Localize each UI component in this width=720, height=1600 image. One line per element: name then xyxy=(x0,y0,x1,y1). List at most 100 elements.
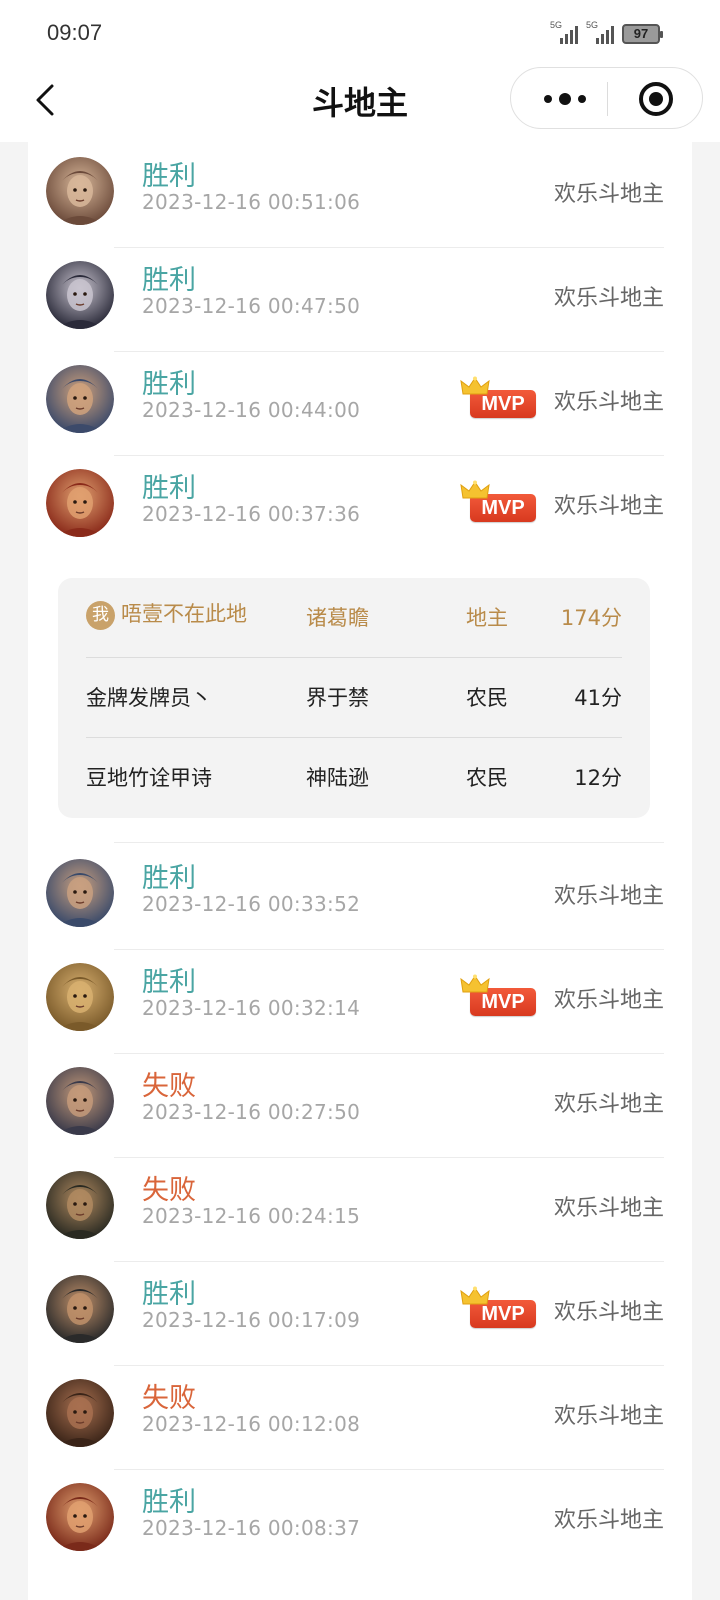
game-mode: 欢乐斗地主 xyxy=(553,182,664,207)
status-icons: 5G 5G 97 xyxy=(550,20,663,44)
game-mode: 欢乐斗地主 xyxy=(553,286,664,311)
battery-icon: 97 xyxy=(622,24,663,44)
player-hero: 诸葛瞻 xyxy=(306,606,369,630)
record-row[interactable]: 失败 2023-12-16 00:24:15 欢乐斗地主 xyxy=(28,1156,692,1262)
avatar-image xyxy=(46,1171,114,1239)
game-mode: 欢乐斗地主 xyxy=(553,884,664,909)
list-divider xyxy=(114,842,664,843)
records-list: 我唔壹不在此地 诸葛瞻 地主 174分 金牌发牌员丶 界于禁 农民 41分 豆地… xyxy=(28,142,692,1600)
avatar-image xyxy=(46,261,114,329)
mvp-badge: MVP xyxy=(460,974,540,1020)
player-role: 农民 xyxy=(466,686,508,710)
player-avatar[interactable] xyxy=(46,365,114,433)
crown-icon xyxy=(460,974,490,993)
signal-icon: 5G xyxy=(586,20,614,44)
status-time: 09:07 xyxy=(47,20,103,45)
record-row[interactable]: 失败 2023-12-16 00:27:50 欢乐斗地主 xyxy=(28,1052,692,1158)
more-dots-icon[interactable] xyxy=(539,86,591,112)
record-row[interactable]: 胜利 2023-12-16 00:08:37 欢乐斗地主 xyxy=(28,1468,692,1574)
me-badge: 我 xyxy=(86,601,115,630)
game-mode: 欢乐斗地主 xyxy=(553,1092,664,1117)
detail-row: 金牌发牌员丶 界于禁 农民 41分 xyxy=(86,658,622,738)
record-time: 2023-12-16 00:08:37 xyxy=(142,1516,361,1540)
result-label: 胜利 xyxy=(142,1279,196,1310)
player-name: 我唔壹不在此地 xyxy=(86,598,247,630)
record-row[interactable]: 胜利 2023-12-16 00:47:50 欢乐斗地主 xyxy=(28,246,692,352)
result-label: 失败 xyxy=(142,1175,196,1206)
result-label: 胜利 xyxy=(142,161,196,192)
player-hero: 界于禁 xyxy=(306,686,369,710)
record-time: 2023-12-16 00:37:36 xyxy=(142,502,361,526)
player-avatar[interactable] xyxy=(46,1483,114,1551)
game-mode: 欢乐斗地主 xyxy=(553,1404,664,1429)
player-name-text: 唔壹不在此地 xyxy=(121,602,247,626)
record-row[interactable]: 胜利 2023-12-16 00:32:14 MVP 欢乐斗地主 xyxy=(28,948,692,1054)
player-hero: 神陆逊 xyxy=(306,766,369,790)
mvp-badge: MVP xyxy=(460,480,540,526)
game-mode: 欢乐斗地主 xyxy=(553,1196,664,1221)
record-time: 2023-12-16 00:24:15 xyxy=(142,1204,361,1228)
record-row[interactable]: 胜利 2023-12-16 00:17:09 MVP 欢乐斗地主 xyxy=(28,1260,692,1366)
record-row[interactable]: 失败 2023-12-16 00:12:08 欢乐斗地主 xyxy=(28,1364,692,1470)
record-time: 2023-12-16 00:32:14 xyxy=(142,996,361,1020)
avatar-image xyxy=(46,1379,114,1447)
game-mode: 欢乐斗地主 xyxy=(553,1300,664,1325)
crown-icon xyxy=(460,376,490,395)
detail-row: 豆地竹诠甲诗 神陆逊 农民 12分 xyxy=(86,738,622,818)
result-label: 胜利 xyxy=(142,369,196,400)
player-avatar[interactable] xyxy=(46,859,114,927)
avatar-image xyxy=(46,1067,114,1135)
player-role: 地主 xyxy=(466,606,508,630)
player-avatar[interactable] xyxy=(46,261,114,329)
player-avatar[interactable] xyxy=(46,1379,114,1447)
capsule-divider xyxy=(607,82,608,116)
player-avatar[interactable] xyxy=(46,1171,114,1239)
record-row[interactable]: 胜利 2023-12-16 00:37:36 MVP 欢乐斗地主 xyxy=(28,454,692,560)
result-label: 胜利 xyxy=(142,967,196,998)
crown-icon xyxy=(460,480,490,499)
result-label: 胜利 xyxy=(142,265,196,296)
signal-label: 5G xyxy=(586,20,599,30)
result-label: 胜利 xyxy=(142,863,196,894)
player-role: 农民 xyxy=(466,766,508,790)
player-avatar[interactable] xyxy=(46,1275,114,1343)
player-name: 金牌发牌员丶 xyxy=(86,686,212,710)
avatar-image xyxy=(46,365,114,433)
record-time: 2023-12-16 00:27:50 xyxy=(142,1100,361,1124)
player-name: 豆地竹诠甲诗 xyxy=(86,766,212,790)
record-time: 2023-12-16 00:33:52 xyxy=(142,892,361,916)
game-mode: 欢乐斗地主 xyxy=(553,390,664,415)
result-label: 胜利 xyxy=(142,1487,196,1518)
detail-row-me: 我唔壹不在此地 诸葛瞻 地主 174分 xyxy=(86,578,622,658)
result-label: 失败 xyxy=(142,1383,196,1414)
game-mode: 欢乐斗地主 xyxy=(553,1508,664,1533)
avatar-image xyxy=(46,963,114,1031)
target-circle-icon[interactable] xyxy=(638,81,674,117)
avatar-image xyxy=(46,1483,114,1551)
result-label: 失败 xyxy=(142,1071,196,1102)
player-avatar[interactable] xyxy=(46,469,114,537)
player-avatar[interactable] xyxy=(46,157,114,225)
record-row[interactable]: 胜利 2023-12-16 00:51:06 欢乐斗地主 xyxy=(28,142,692,248)
mvp-badge: MVP xyxy=(460,1286,540,1332)
mini-program-capsule xyxy=(510,67,703,129)
game-mode: 欢乐斗地主 xyxy=(553,494,664,519)
game-mode: 欢乐斗地主 xyxy=(553,988,664,1013)
avatar-image xyxy=(46,1275,114,1343)
match-detail-panel: 我唔壹不在此地 诸葛瞻 地主 174分 金牌发牌员丶 界于禁 农民 41分 豆地… xyxy=(58,578,650,818)
crown-icon xyxy=(460,1286,490,1305)
avatar-image xyxy=(46,157,114,225)
player-score: 41分 xyxy=(574,686,622,710)
record-time: 2023-12-16 00:47:50 xyxy=(142,294,361,318)
player-score: 174分 xyxy=(560,606,622,630)
record-row[interactable]: 胜利 2023-12-16 00:33:52 欢乐斗地主 xyxy=(28,844,692,950)
signal-label: 5G xyxy=(550,20,563,30)
player-avatar[interactable] xyxy=(46,963,114,1031)
record-row[interactable]: 胜利 2023-12-16 00:44:00 MVP 欢乐斗地主 xyxy=(28,350,692,456)
nav-bar: 斗地主 xyxy=(0,66,720,142)
player-avatar[interactable] xyxy=(46,1067,114,1135)
avatar-image xyxy=(46,469,114,537)
record-time: 2023-12-16 00:17:09 xyxy=(142,1308,361,1332)
player-score: 12分 xyxy=(574,766,622,790)
signal-icon: 5G xyxy=(550,20,578,44)
